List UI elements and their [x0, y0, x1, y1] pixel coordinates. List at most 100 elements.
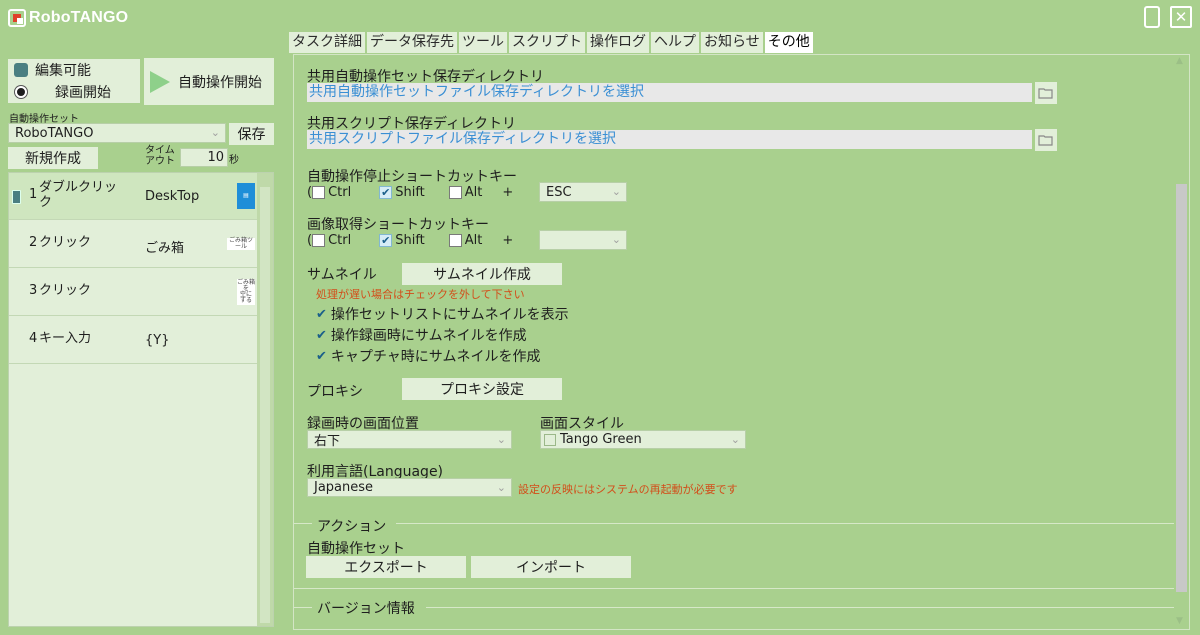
toggle-switch-icon — [14, 63, 28, 77]
tab-task-detail[interactable]: タスク詳細 — [289, 32, 365, 53]
thumbnail-warning: 処理が遅い場合はチェックを外して下さい — [316, 288, 525, 301]
capture-ctrl-checkbox[interactable] — [312, 234, 326, 247]
capture-alt-checkbox[interactable] — [448, 234, 462, 247]
chevron-down-icon: ⌄ — [496, 432, 506, 446]
stop-key-dropdown[interactable]: ESC ⌄ — [539, 182, 627, 202]
task-number: 4 — [29, 331, 38, 346]
auto-run-button[interactable]: 自動操作開始 — [144, 58, 274, 105]
record-label: 録画開始 — [55, 85, 111, 101]
action-group-title: アクション — [317, 519, 387, 535]
set-dropdown-value: RoboTANGO — [15, 125, 94, 141]
group-divider — [294, 523, 312, 524]
language-value: Japanese — [314, 480, 374, 495]
scrollbar-thumb[interactable] — [260, 187, 270, 623]
timeout-label: タイム アウト — [145, 145, 175, 167]
capture-shortcut-label: 画像取得ショートカットキー — [307, 217, 489, 233]
new-set-button[interactable]: 新規作成 — [8, 147, 98, 169]
editable-toggle[interactable]: 編集可能 — [8, 59, 140, 81]
folder-icon[interactable] — [1035, 82, 1057, 104]
task-action: ダブルクリック — [39, 180, 118, 210]
chevron-down-icon: ⌄ — [611, 232, 621, 246]
tab-operation-log[interactable]: 操作ログ — [587, 32, 649, 53]
task-target: {Y} — [145, 333, 170, 348]
thumb-option-list-display[interactable]: ✔ 操作セットリストにサムネイルを表示 — [316, 304, 569, 324]
tab-tools[interactable]: ツール — [459, 32, 507, 53]
record-button[interactable]: 録画開始 — [8, 81, 140, 103]
stop-ctrl-checkbox[interactable] — [312, 186, 326, 199]
thumb-option-record[interactable]: ✔ 操作録画時にサムネイルを作成 — [316, 325, 527, 345]
version-group-title: バージョン情報 — [317, 601, 415, 617]
import-button[interactable]: インポート — [471, 556, 631, 578]
tab-news[interactable]: お知らせ — [701, 32, 763, 53]
shared-set-dir-input[interactable]: 共用自動操作セットファイル保存ディレクトリを選択 — [307, 83, 1032, 102]
shared-script-dir-input[interactable]: 共用スクリプトファイル保存ディレクトリを選択 — [307, 130, 1032, 149]
style-value: Tango Green — [560, 432, 642, 447]
settings-scrollbar[interactable]: ▲ ▼ — [1175, 56, 1188, 628]
selected-row-icon — [12, 190, 21, 204]
task-row[interactable]: 4 キー入力 {Y} — [9, 317, 257, 364]
save-button[interactable]: 保存 — [229, 123, 274, 145]
tab-help[interactable]: ヘルプ — [651, 32, 699, 53]
record-icon — [15, 86, 27, 98]
desktop-thumbnail-icon: ▤ — [237, 183, 255, 209]
chevron-down-icon: ⌄ — [730, 432, 740, 446]
action-set-label: 自動操作セット — [307, 541, 405, 557]
stop-shortcut-modifiers: ( Ctrl ✔ Shift Alt + — [307, 185, 513, 200]
alt-label: Alt — [464, 185, 483, 200]
language-dropdown[interactable]: Japanese ⌄ — [307, 478, 512, 497]
timeout-unit: 秒 — [229, 155, 239, 166]
task-row[interactable]: 1 ダブルクリック DeskTop ▤ — [9, 173, 257, 220]
task-list-scrollbar[interactable] — [257, 173, 273, 626]
color-swatch-icon — [544, 433, 556, 446]
plus-sign: + — [502, 233, 514, 248]
rec-position-value: 右下 — [314, 434, 341, 449]
task-row[interactable]: 3 クリック ごみ箱を 空にする — [9, 269, 257, 316]
export-button[interactable]: エクスポート — [306, 556, 466, 578]
task-action: クリック — [39, 283, 92, 298]
task-row[interactable]: 2 クリック ごみ箱 ごみ箱ツール — [9, 221, 257, 268]
app-title: RoboTANGO — [29, 9, 129, 26]
alt-label: Alt — [464, 233, 483, 248]
task-target: ごみ箱 — [145, 241, 185, 256]
folder-icon[interactable] — [1035, 129, 1057, 151]
stop-alt-checkbox[interactable] — [448, 186, 462, 199]
scrollbar-thumb[interactable] — [1176, 184, 1187, 592]
thumb-option-label: 操作セットリストにサムネイルを表示 — [330, 307, 569, 323]
task-number: 1 — [29, 187, 38, 202]
thumb-option-capture[interactable]: ✔ キャプチャ時にサムネイルを作成 — [316, 346, 541, 366]
scroll-down-icon[interactable]: ▼ — [1176, 616, 1183, 626]
proxy-settings-button[interactable]: プロキシ設定 — [402, 378, 562, 400]
tab-other[interactable]: その他 — [764, 32, 813, 53]
scroll-up-icon[interactable]: ▲ — [1176, 56, 1183, 66]
set-dropdown[interactable]: RoboTANGO ⌄ — [8, 123, 226, 143]
close-icon[interactable]: ✕ — [1170, 6, 1192, 28]
ctrl-label: Ctrl — [328, 233, 352, 248]
language-note: 設定の反映にはシステムの再起動が必要です — [518, 483, 738, 496]
capture-shift-checkbox[interactable]: ✔ — [379, 234, 393, 247]
create-thumbnail-button[interactable]: サムネイル作成 — [402, 263, 562, 285]
mobile-view-icon[interactable] — [1144, 6, 1160, 28]
tab-script[interactable]: スクリプト — [509, 32, 585, 53]
thumb-option-label: キャプチャ時にサムネイルを作成 — [330, 349, 541, 365]
thumb-option-label: 操作録画時にサムネイルを作成 — [330, 328, 527, 344]
group-divider — [396, 523, 1174, 524]
style-dropdown[interactable]: Tango Green ⌄ — [540, 430, 746, 449]
checkmark-icon: ✔ — [316, 348, 327, 364]
app-logo: RoboTANGO — [8, 7, 128, 29]
task-number: 2 — [29, 235, 38, 250]
group-divider — [426, 607, 1174, 608]
shift-label: Shift — [395, 185, 425, 200]
group-divider — [294, 607, 312, 608]
folder-open-icon — [1038, 88, 1053, 99]
tab-data-destination[interactable]: データ保存先 — [367, 32, 457, 53]
checkmark-icon: ✔ — [316, 306, 327, 322]
rec-position-dropdown[interactable]: 右下 ⌄ — [307, 430, 512, 449]
timeout-input[interactable]: 10 — [180, 148, 228, 167]
stop-shift-checkbox[interactable]: ✔ — [379, 186, 393, 199]
ctrl-label: Ctrl — [328, 185, 352, 200]
checkmark-icon: ✔ — [316, 327, 327, 343]
task-target: DeskTop — [145, 189, 200, 204]
capture-key-dropdown[interactable]: ⌄ — [539, 230, 627, 250]
stop-key-value: ESC — [546, 184, 572, 200]
group-divider — [294, 588, 1174, 589]
